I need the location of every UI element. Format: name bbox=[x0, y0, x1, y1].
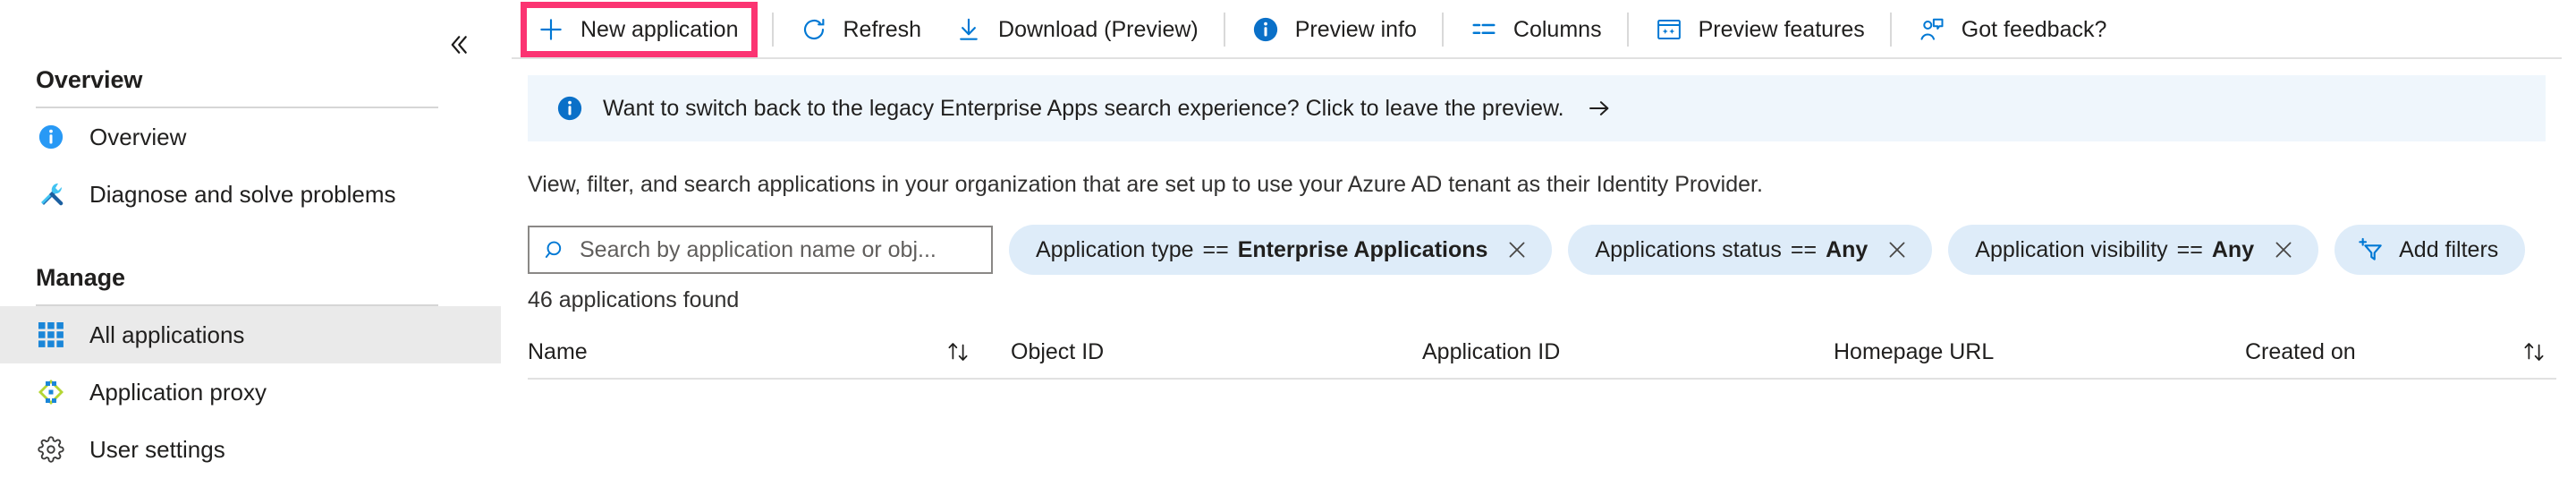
sidebar-item-label: User settings bbox=[89, 435, 225, 463]
columns-icon bbox=[1469, 14, 1499, 45]
add-filter-funnel-icon bbox=[2356, 235, 2386, 265]
download-preview-button[interactable]: Download (Preview) bbox=[937, 6, 1215, 53]
column-header-label: Object ID bbox=[1011, 338, 1105, 364]
refresh-button[interactable]: Refresh bbox=[783, 6, 938, 53]
filter-pill-application-type[interactable]: Application type == Enterprise Applicati… bbox=[1009, 225, 1553, 275]
filter-operator: == bbox=[1790, 236, 1818, 262]
results-count: 46 applications found bbox=[528, 287, 740, 312]
sidebar-section-title-overview: Overview bbox=[36, 66, 143, 93]
sort-updown-icon bbox=[945, 338, 971, 365]
preview-info-label: Preview info bbox=[1294, 16, 1417, 42]
arrow-right-icon bbox=[1586, 95, 1613, 122]
add-filters-button[interactable]: Add filters bbox=[2334, 225, 2526, 275]
sidebar: Overview Overview Diagnose and solve pro… bbox=[0, 0, 501, 487]
got-feedback-label: Got feedback? bbox=[1961, 16, 2107, 42]
info-circle-icon bbox=[555, 93, 585, 124]
sidebar-item-all-applications[interactable]: All applications bbox=[0, 306, 501, 363]
search-input[interactable] bbox=[580, 236, 979, 263]
column-header-label: Created on bbox=[2245, 338, 2356, 364]
sidebar-item-label: Overview bbox=[89, 123, 187, 150]
info-circle-icon bbox=[36, 122, 66, 152]
sidebar-item-user-settings[interactable]: User settings bbox=[0, 421, 501, 478]
table-header-row: Name Object ID Application ID Homepage U… bbox=[528, 326, 2556, 380]
search-box[interactable] bbox=[528, 226, 993, 274]
preview-info-button[interactable]: Preview info bbox=[1234, 6, 1433, 53]
sidebar-item-label: All applications bbox=[89, 320, 245, 348]
filter-operator: == bbox=[1202, 236, 1229, 262]
enterprise-applications-page: Overview Overview Diagnose and solve pro… bbox=[0, 0, 2576, 487]
download-preview-label: Download (Preview) bbox=[998, 16, 1199, 42]
sidebar-item-label: Diagnose and solve problems bbox=[89, 180, 396, 208]
toolbar-separator bbox=[1441, 13, 1444, 47]
double-chevron-left-icon bbox=[445, 31, 471, 58]
grid-apps-icon bbox=[36, 320, 66, 350]
filter-field-label: Applications status bbox=[1595, 236, 1782, 262]
plus-icon bbox=[536, 14, 566, 45]
filter-value: Enterprise Applications bbox=[1237, 236, 1488, 262]
column-header-label: Application ID bbox=[1422, 338, 1561, 364]
refresh-label: Refresh bbox=[843, 16, 922, 42]
new-application-label: New application bbox=[580, 16, 739, 42]
proxy-diamond-icon bbox=[36, 377, 66, 407]
preview-features-button[interactable]: Preview features bbox=[1638, 6, 1881, 53]
filter-field-label: Application type bbox=[1036, 236, 1194, 262]
column-header-homepage-url[interactable]: Homepage URL bbox=[1834, 326, 2245, 378]
toolbar-separator bbox=[1626, 13, 1629, 47]
sidebar-item-overview[interactable]: Overview bbox=[0, 108, 501, 166]
legacy-search-banner[interactable]: Want to switch back to the legacy Enterp… bbox=[528, 75, 2546, 141]
sidebar-collapse-button[interactable] bbox=[438, 25, 478, 64]
filter-value: Any bbox=[1826, 236, 1868, 262]
filter-pill-application-visibility[interactable]: Application visibility == Any bbox=[1948, 225, 2319, 275]
filter-operator: == bbox=[2176, 236, 2203, 262]
new-application-button[interactable]: New application bbox=[521, 2, 758, 57]
sort-updown-icon bbox=[2521, 338, 2547, 365]
sidebar-item-diagnose-and-solve-problems[interactable]: Diagnose and solve problems bbox=[0, 166, 501, 223]
sidebar-section-overview: Overview Overview Diagnose and solve pro… bbox=[0, 66, 501, 223]
toolbar-separator bbox=[1223, 13, 1225, 47]
add-filters-label: Add filters bbox=[2399, 236, 2499, 262]
column-header-name[interactable]: Name bbox=[528, 326, 939, 378]
got-feedback-button[interactable]: Got feedback? bbox=[1901, 6, 2123, 53]
column-header-created-on[interactable]: Created on bbox=[2245, 326, 2556, 378]
toolbar-separator bbox=[1889, 13, 1892, 47]
close-icon[interactable] bbox=[1885, 238, 1909, 261]
filter-value: Any bbox=[2211, 236, 2255, 262]
columns-label: Columns bbox=[1513, 16, 1602, 42]
banner-text: Want to switch back to the legacy Enterp… bbox=[603, 95, 1564, 121]
filter-pill-applications-status[interactable]: Applications status == Any bbox=[1568, 225, 1933, 275]
column-header-label: Homepage URL bbox=[1834, 338, 1995, 364]
column-header-application-id[interactable]: Application ID bbox=[1422, 326, 1834, 378]
download-icon bbox=[953, 14, 984, 45]
main-content: New application Refresh Download (Previe… bbox=[501, 0, 2576, 487]
gear-icon bbox=[36, 434, 66, 465]
page-description: View, filter, and search applications in… bbox=[528, 172, 1763, 197]
close-icon[interactable] bbox=[2272, 238, 2295, 261]
column-sort-name[interactable] bbox=[939, 326, 1011, 378]
filter-row: Application type == Enterprise Applicati… bbox=[528, 225, 2576, 275]
sidebar-section-title-manage: Manage bbox=[36, 264, 125, 291]
wrench-screwdriver-icon bbox=[36, 179, 66, 209]
preview-features-label: Preview features bbox=[1698, 16, 1865, 42]
filter-field-label: Application visibility bbox=[1975, 236, 2168, 262]
sidebar-item-application-proxy[interactable]: Application proxy bbox=[0, 363, 501, 421]
close-icon[interactable] bbox=[1505, 238, 1529, 261]
feedback-person-icon bbox=[1917, 14, 1947, 45]
column-header-label: Name bbox=[528, 338, 588, 364]
column-header-object-id[interactable]: Object ID bbox=[1011, 326, 1422, 378]
refresh-icon bbox=[799, 14, 829, 45]
toolbar-separator bbox=[771, 13, 774, 47]
info-circle-icon bbox=[1250, 14, 1281, 45]
sidebar-section-manage: Manage All applications Application prox… bbox=[0, 264, 501, 478]
preview-features-icon bbox=[1654, 14, 1684, 45]
search-icon bbox=[542, 236, 569, 263]
command-bar: New application Refresh Download (Previe… bbox=[512, 0, 2576, 59]
columns-button[interactable]: Columns bbox=[1453, 6, 1618, 53]
sidebar-item-label: Application proxy bbox=[89, 378, 267, 406]
